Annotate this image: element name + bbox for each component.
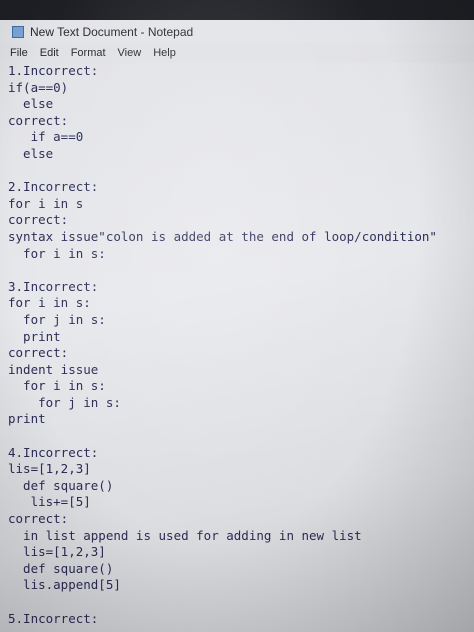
monitor-bezel bbox=[0, 0, 474, 22]
text-line: for i in s: bbox=[8, 295, 91, 311]
title-bar: New Text Document - Notepad bbox=[0, 20, 474, 44]
text-editor[interactable]: 1.Incorrect: if(a==0) else correct: if a… bbox=[0, 63, 474, 632]
text-line: for i in s: bbox=[8, 378, 106, 394]
text-line: lis=[1,2,3] bbox=[8, 544, 106, 560]
text-line: 5.Incorrect: bbox=[8, 610, 99, 626]
text-line: 3.Incorrect: bbox=[8, 278, 99, 294]
text-line: lis.append[5] bbox=[8, 577, 121, 593]
menu-help[interactable]: Help bbox=[153, 47, 176, 59]
text-line: 2.Incorrect: bbox=[8, 179, 99, 195]
text-line: else bbox=[8, 145, 54, 161]
text-line: def square() bbox=[8, 477, 114, 493]
text-line: correct: bbox=[8, 112, 69, 128]
text-line: for i in s: bbox=[8, 245, 106, 261]
text-line: print bbox=[8, 328, 61, 344]
text-line: lis=[1,2,3] bbox=[8, 461, 91, 477]
text-line: correct: bbox=[8, 212, 69, 228]
text-line: lis+=[5] bbox=[8, 494, 91, 510]
text-line: if(a==0) bbox=[8, 79, 69, 95]
text-line: syntax issue"colon is added at the end o… bbox=[8, 228, 437, 244]
menu-view[interactable]: View bbox=[118, 47, 142, 59]
text-line: 1.Incorrect: bbox=[8, 63, 99, 78]
text-line: correct: bbox=[8, 511, 69, 527]
screen: New Text Document - Notepad File Edit Fo… bbox=[0, 0, 474, 632]
menu-file[interactable]: File bbox=[10, 47, 28, 59]
text-line: if a==0 bbox=[8, 129, 84, 145]
text-line: print bbox=[8, 411, 46, 427]
text-line: for j in s: bbox=[8, 394, 121, 410]
text-line: indent issue bbox=[8, 361, 99, 377]
text-line: for j in s: bbox=[8, 311, 106, 327]
notepad-icon bbox=[12, 26, 24, 38]
text-line: 4.Incorrect: bbox=[8, 444, 99, 460]
text-line: def square() bbox=[8, 560, 114, 576]
text-line: in list append is used for adding in new… bbox=[8, 527, 362, 543]
menu-edit[interactable]: Edit bbox=[40, 47, 59, 59]
text-line: for i in s bbox=[8, 195, 84, 211]
menu-bar: File Edit Format View Help bbox=[0, 43, 474, 64]
editor-text[interactable]: 1.Incorrect: if(a==0) else correct: if a… bbox=[8, 63, 437, 627]
text-line: correct: bbox=[8, 345, 69, 361]
window-title: New Text Document - Notepad bbox=[30, 25, 194, 39]
menu-format[interactable]: Format bbox=[71, 47, 106, 59]
text-line: else bbox=[8, 96, 54, 112]
